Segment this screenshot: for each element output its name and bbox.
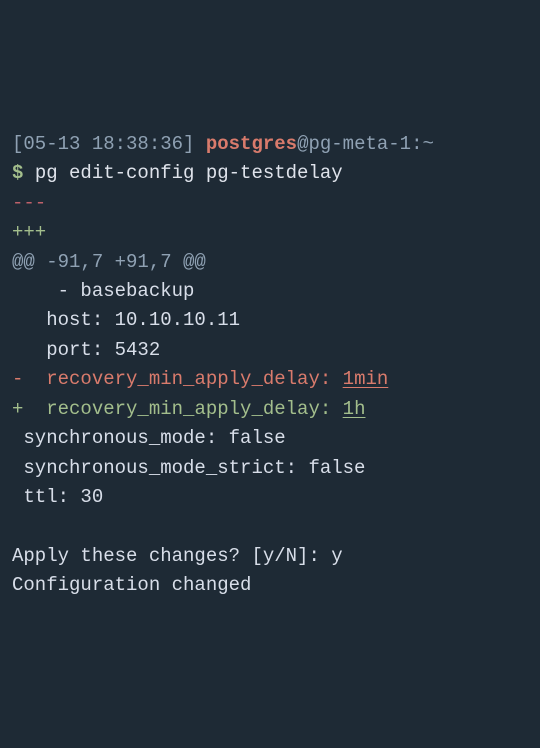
shell-path: ~ <box>423 133 434 155</box>
diff-context-line: synchronous_mode_strict: false <box>12 457 365 479</box>
diff-removed-prefix: - <box>12 368 46 390</box>
terminal-output: [05-13 18:38:36] postgres@pg-meta-1:~ $ … <box>12 130 528 601</box>
diff-removed-key: recovery_min_apply_delay: <box>46 368 342 390</box>
command-line[interactable]: pg edit-config pg-testdelay <box>35 162 343 184</box>
diff-removed-line: - recovery_min_apply_delay: 1min <box>12 368 388 390</box>
result-message: Configuration changed <box>12 574 251 596</box>
diff-context-line: port: 5432 <box>12 339 160 361</box>
diff-context-line: - basebackup <box>12 280 194 302</box>
timestamp: [05-13 18:38:36] <box>12 133 194 155</box>
diff-removed-value: 1min <box>343 368 389 390</box>
diff-header-minus: --- <box>12 192 46 214</box>
diff-added-key: recovery_min_apply_delay: <box>46 398 342 420</box>
shell-host: pg-meta-1 <box>308 133 411 155</box>
diff-context-line: host: 10.10.10.11 <box>12 309 240 331</box>
host-path-sep: : <box>411 133 422 155</box>
diff-context-line: ttl: 30 <box>12 486 103 508</box>
diff-header-plus: +++ <box>12 221 46 243</box>
prompt-symbol: $ <box>12 162 23 184</box>
diff-added-value: 1h <box>343 398 366 420</box>
user-host-sep: @ <box>297 133 308 155</box>
diff-hunk: @@ -91,7 +91,7 @@ <box>12 251 206 273</box>
shell-user: postgres <box>206 133 297 155</box>
diff-added-line: + recovery_min_apply_delay: 1h <box>12 398 365 420</box>
diff-context-line: synchronous_mode: false <box>12 427 286 449</box>
diff-added-prefix: + <box>12 398 46 420</box>
